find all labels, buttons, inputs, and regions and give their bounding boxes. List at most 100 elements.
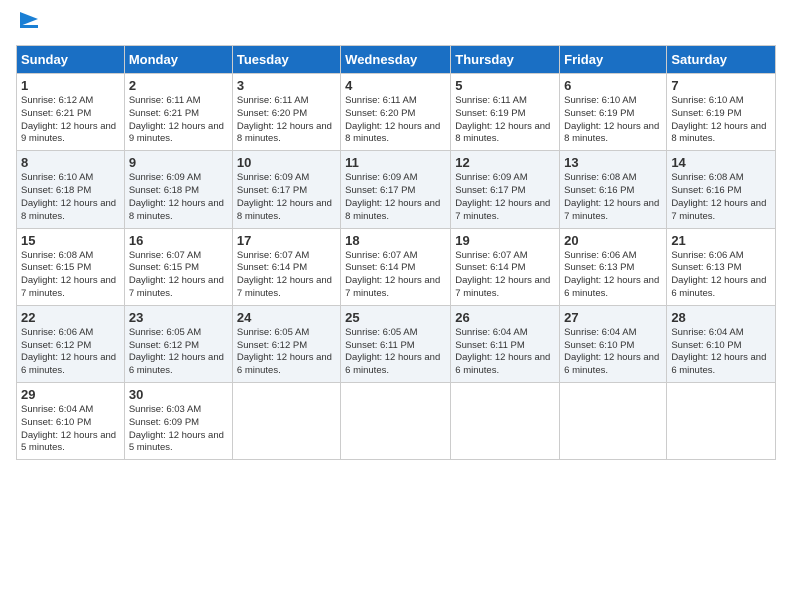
calendar-cell — [560, 383, 667, 460]
day-number: 29 — [21, 387, 120, 402]
calendar-cell — [341, 383, 451, 460]
calendar-cell — [667, 383, 776, 460]
calendar-cell: 2 Sunrise: 6:11 AMSunset: 6:21 PMDaylight… — [124, 74, 232, 151]
day-number: 8 — [21, 155, 120, 170]
calendar-cell: 1 Sunrise: 6:12 AMSunset: 6:21 PMDaylight… — [17, 74, 125, 151]
calendar-header-wednesday: Wednesday — [341, 46, 451, 74]
cell-info: Sunrise: 6:11 AMSunset: 6:21 PMDaylight:… — [129, 95, 224, 144]
cell-info: Sunrise: 6:12 AMSunset: 6:21 PMDaylight:… — [21, 95, 116, 144]
calendar-header-saturday: Saturday — [667, 46, 776, 74]
calendar-cell: 15 Sunrise: 6:08 AMSunset: 6:15 PMDayligh… — [17, 228, 125, 305]
day-number: 26 — [455, 310, 555, 325]
cell-info: Sunrise: 6:05 AMSunset: 6:12 PMDaylight:… — [129, 327, 224, 376]
day-number: 22 — [21, 310, 120, 325]
cell-info: Sunrise: 6:11 AMSunset: 6:19 PMDaylight:… — [455, 95, 550, 144]
day-number: 17 — [237, 233, 336, 248]
cell-info: Sunrise: 6:08 AMSunset: 6:15 PMDaylight:… — [21, 250, 116, 299]
cell-info: Sunrise: 6:08 AMSunset: 6:16 PMDaylight:… — [671, 172, 766, 221]
cell-info: Sunrise: 6:04 AMSunset: 6:10 PMDaylight:… — [564, 327, 659, 376]
cell-info: Sunrise: 6:06 AMSunset: 6:12 PMDaylight:… — [21, 327, 116, 376]
calendar-header-tuesday: Tuesday — [232, 46, 340, 74]
day-number: 12 — [455, 155, 555, 170]
calendar-cell: 7 Sunrise: 6:10 AMSunset: 6:19 PMDaylight… — [667, 74, 776, 151]
cell-info: Sunrise: 6:05 AMSunset: 6:12 PMDaylight:… — [237, 327, 332, 376]
cell-info: Sunrise: 6:11 AMSunset: 6:20 PMDaylight:… — [237, 95, 332, 144]
calendar-cell: 16Sunrise: 6:07 AMSunset: 6:15 PMDayligh… — [124, 228, 232, 305]
cell-info: Sunrise: 6:09 AMSunset: 6:18 PMDaylight:… — [129, 172, 224, 221]
calendar-cell: 26 Sunrise: 6:04 AMSunset: 6:11 PMDayligh… — [451, 305, 560, 382]
day-number: 20 — [564, 233, 662, 248]
calendar-cell: 22 Sunrise: 6:06 AMSunset: 6:12 PMDayligh… — [17, 305, 125, 382]
day-number: 2 — [129, 78, 228, 93]
calendar-week-row: 8 Sunrise: 6:10 AMSunset: 6:18 PMDaylight… — [17, 151, 776, 228]
day-number: 1 — [21, 78, 120, 93]
day-number: 16 — [129, 233, 228, 248]
cell-info: Sunrise: 6:06 AMSunset: 6:13 PMDaylight:… — [564, 250, 659, 299]
cell-info: Sunrise: 6:04 AMSunset: 6:10 PMDaylight:… — [21, 404, 116, 453]
day-number: 15 — [21, 233, 120, 248]
cell-info: Sunrise: 6:09 AMSunset: 6:17 PMDaylight:… — [345, 172, 440, 221]
calendar-table: SundayMondayTuesdayWednesdayThursdayFrid… — [16, 45, 776, 460]
cell-info: Sunrise: 6:07 AMSunset: 6:14 PMDaylight:… — [345, 250, 440, 299]
calendar-cell: 21 Sunrise: 6:06 AMSunset: 6:13 PMDayligh… — [667, 228, 776, 305]
day-number: 21 — [671, 233, 771, 248]
day-number: 9 — [129, 155, 228, 170]
calendar-cell: 18 Sunrise: 6:07 AMSunset: 6:14 PMDayligh… — [341, 228, 451, 305]
day-number: 27 — [564, 310, 662, 325]
cell-info: Sunrise: 6:05 AMSunset: 6:11 PMDaylight:… — [345, 327, 440, 376]
day-number: 18 — [345, 233, 446, 248]
day-number: 4 — [345, 78, 446, 93]
day-number: 24 — [237, 310, 336, 325]
cell-info: Sunrise: 6:06 AMSunset: 6:13 PMDaylight:… — [671, 250, 766, 299]
day-number: 23 — [129, 310, 228, 325]
day-number: 10 — [237, 155, 336, 170]
calendar-cell — [232, 383, 340, 460]
cell-info: Sunrise: 6:07 AMSunset: 6:14 PMDaylight:… — [237, 250, 332, 299]
calendar-cell: 14 Sunrise: 6:08 AMSunset: 6:16 PMDayligh… — [667, 151, 776, 228]
calendar-cell: 24 Sunrise: 6:05 AMSunset: 6:12 PMDayligh… — [232, 305, 340, 382]
calendar-cell: 25 Sunrise: 6:05 AMSunset: 6:11 PMDayligh… — [341, 305, 451, 382]
calendar-week-row: 29 Sunrise: 6:04 AMSunset: 6:10 PMDayligh… — [17, 383, 776, 460]
calendar-cell: 29 Sunrise: 6:04 AMSunset: 6:10 PMDayligh… — [17, 383, 125, 460]
calendar-cell: 20 Sunrise: 6:06 AMSunset: 6:13 PMDayligh… — [560, 228, 667, 305]
calendar-cell: 6Sunrise: 6:10 AMSunset: 6:19 PMDaylight… — [560, 74, 667, 151]
cell-info: Sunrise: 6:08 AMSunset: 6:16 PMDaylight:… — [564, 172, 659, 221]
calendar-header-friday: Friday — [560, 46, 667, 74]
calendar-cell: 3 Sunrise: 6:11 AMSunset: 6:20 PMDaylight… — [232, 74, 340, 151]
calendar-week-row: 22 Sunrise: 6:06 AMSunset: 6:12 PMDayligh… — [17, 305, 776, 382]
logo — [16, 16, 106, 35]
calendar-header-thursday: Thursday — [451, 46, 560, 74]
calendar-header-sunday: Sunday — [17, 46, 125, 74]
calendar-header-row: SundayMondayTuesdayWednesdayThursdayFrid… — [17, 46, 776, 74]
cell-info: Sunrise: 6:04 AMSunset: 6:10 PMDaylight:… — [671, 327, 766, 376]
calendar-cell: 9 Sunrise: 6:09 AMSunset: 6:18 PMDaylight… — [124, 151, 232, 228]
logo-arrow-icon — [18, 8, 40, 30]
calendar-cell: 28Sunrise: 6:04 AMSunset: 6:10 PMDayligh… — [667, 305, 776, 382]
calendar-cell: 12Sunrise: 6:09 AMSunset: 6:17 PMDayligh… — [451, 151, 560, 228]
day-number: 25 — [345, 310, 446, 325]
calendar-week-row: 15 Sunrise: 6:08 AMSunset: 6:15 PMDayligh… — [17, 228, 776, 305]
cell-info: Sunrise: 6:11 AMSunset: 6:20 PMDaylight:… — [345, 95, 440, 144]
day-number: 30 — [129, 387, 228, 402]
calendar-cell: 17 Sunrise: 6:07 AMSunset: 6:14 PMDayligh… — [232, 228, 340, 305]
day-number: 3 — [237, 78, 336, 93]
calendar-cell: 23 Sunrise: 6:05 AMSunset: 6:12 PMDayligh… — [124, 305, 232, 382]
cell-info: Sunrise: 6:10 AMSunset: 6:18 PMDaylight:… — [21, 172, 116, 221]
day-number: 13 — [564, 155, 662, 170]
calendar-cell: 4 Sunrise: 6:11 AMSunset: 6:20 PMDaylight… — [341, 74, 451, 151]
cell-info: Sunrise: 6:04 AMSunset: 6:11 PMDaylight:… — [455, 327, 550, 376]
day-number: 7 — [671, 78, 771, 93]
cell-info: Sunrise: 6:03 AMSunset: 6:09 PMDaylight:… — [129, 404, 224, 453]
calendar-cell: 8 Sunrise: 6:10 AMSunset: 6:18 PMDaylight… — [17, 151, 125, 228]
day-number: 11 — [345, 155, 446, 170]
day-number: 6 — [564, 78, 662, 93]
cell-info: Sunrise: 6:10 AMSunset: 6:19 PMDaylight:… — [671, 95, 766, 144]
cell-info: Sunrise: 6:09 AMSunset: 6:17 PMDaylight:… — [237, 172, 332, 221]
page-header — [16, 16, 776, 35]
calendar-cell: 27 Sunrise: 6:04 AMSunset: 6:10 PMDayligh… — [560, 305, 667, 382]
calendar-cell: 11 Sunrise: 6:09 AMSunset: 6:17 PMDayligh… — [341, 151, 451, 228]
cell-info: Sunrise: 6:07 AMSunset: 6:14 PMDaylight:… — [455, 250, 550, 299]
day-number: 14 — [671, 155, 771, 170]
calendar-cell: 30 Sunrise: 6:03 AMSunset: 6:09 PMDayligh… — [124, 383, 232, 460]
calendar-cell — [451, 383, 560, 460]
